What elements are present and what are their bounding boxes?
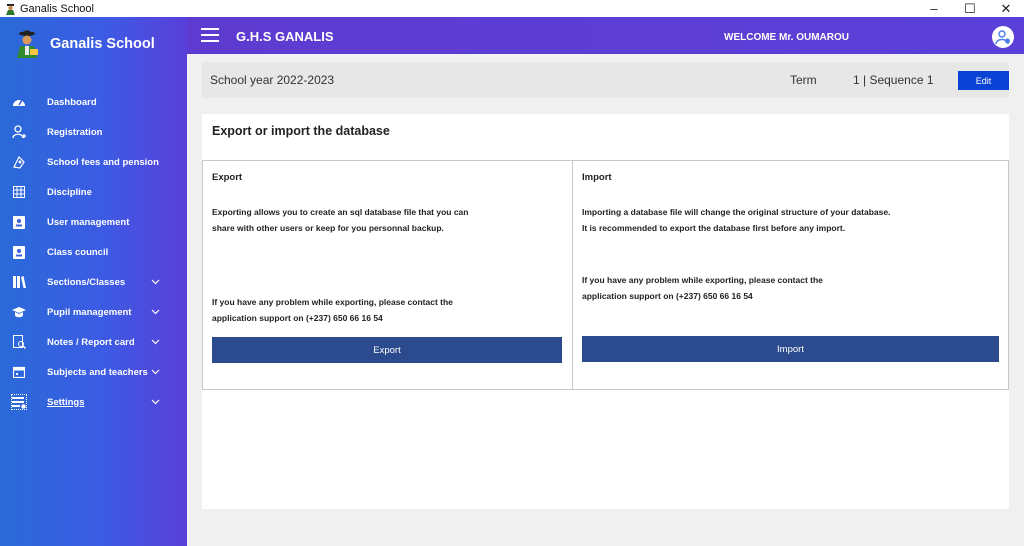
- brand-name: Ganalis School: [50, 36, 155, 52]
- window-title: Ganalis School: [20, 2, 94, 15]
- sidebar-item-sections-classes[interactable]: Sections/Classes: [0, 267, 187, 297]
- export-import-cards: Export Exporting allows you to create an…: [202, 160, 1009, 390]
- sidebar-item-label: Notes / Report card: [47, 336, 135, 348]
- sidebar-item-registration[interactable]: Registration: [0, 117, 187, 147]
- window-titlebar: Ganalis School – ☐ ✕: [0, 0, 1024, 17]
- school-year-bar: School year 2022-2023 Term 1 | Sequence …: [202, 62, 1009, 98]
- top-header: G.H.S GANALIS WELCOME Mr. OUMAROU: [187, 17, 1024, 54]
- chevron-down-icon: [151, 369, 160, 375]
- sidebar-item-label: Pupil management: [47, 306, 132, 318]
- sidebar-item-label: Discipline: [47, 186, 92, 198]
- export-support-line2: application support on (+237) 650 66 16 …: [212, 313, 383, 323]
- chevron-down-icon: [151, 339, 160, 345]
- calendar-grid-icon: [12, 185, 26, 199]
- import-button[interactable]: Import: [582, 336, 999, 362]
- sidebar-item-user-management[interactable]: User management: [0, 207, 187, 237]
- sidebar-item-label: Registration: [47, 126, 103, 138]
- term-sequence-value: 1 | Sequence 1: [853, 73, 934, 87]
- sidebar-item-class-council[interactable]: Class council: [0, 237, 187, 267]
- window-controls: – ☐ ✕: [916, 0, 1024, 17]
- export-description-line2: share with other users or keep for you p…: [212, 223, 444, 233]
- import-description-line2: It is recommended to export the database…: [582, 223, 846, 233]
- sidebar: Ganalis School Dashboard Registration Sc…: [0, 17, 187, 546]
- sidebar-item-label: Settings: [47, 396, 85, 408]
- settings-list-icon: [11, 394, 27, 410]
- sidebar-item-label: Subjects and teachers: [47, 366, 148, 378]
- add-user-icon: [12, 125, 26, 139]
- speedometer-icon: [12, 95, 26, 109]
- graduation-cap-icon: [12, 305, 26, 319]
- chevron-down-icon: [151, 279, 160, 285]
- sidebar-item-settings[interactable]: Settings: [0, 387, 187, 417]
- sidebar-item-label: School fees and pension: [47, 156, 159, 168]
- id-card-icon: [12, 245, 26, 259]
- sidebar-item-subjects-teachers[interactable]: Subjects and teachers: [0, 357, 187, 387]
- sidebar-item-school-fees[interactable]: School fees and pension: [0, 147, 187, 177]
- library-icon: [12, 275, 26, 289]
- hamburger-menu-icon[interactable]: [201, 28, 219, 44]
- school-year-label: School year 2022-2023: [210, 73, 335, 87]
- sidebar-item-pupil-management[interactable]: Pupil management: [0, 297, 187, 327]
- sidebar-item-discipline[interactable]: Discipline: [0, 177, 187, 207]
- graduate-logo-icon: [17, 30, 38, 58]
- export-button[interactable]: Export: [212, 337, 562, 363]
- sidebar-item-label: Dashboard: [47, 96, 97, 108]
- export-card: Export Exporting allows you to create an…: [203, 161, 573, 389]
- import-title: Import: [582, 172, 612, 183]
- sidebar-nav: Dashboard Registration School fees and p…: [0, 87, 187, 417]
- calendar-icon: [12, 365, 26, 379]
- import-card: Import Importing a database file will ch…: [573, 161, 1008, 389]
- sidebar-item-dashboard[interactable]: Dashboard: [0, 87, 187, 117]
- chevron-down-icon: [151, 309, 160, 315]
- term-label: Term: [790, 73, 817, 87]
- user-avatar-icon[interactable]: [992, 26, 1014, 48]
- money-icon: [12, 155, 26, 169]
- report-search-icon: [12, 335, 26, 349]
- import-support-line2: application support on (+237) 650 66 16 …: [582, 291, 753, 301]
- sidebar-item-label: Sections/Classes: [47, 276, 126, 288]
- import-description-line1: Importing a database file will change th…: [582, 207, 891, 217]
- export-support-line1: If you have any problem while exporting,…: [212, 297, 453, 307]
- sidebar-item-notes-report-card[interactable]: Notes / Report card: [0, 327, 187, 357]
- app-graduate-icon: [4, 3, 16, 15]
- sidebar-item-label: Class council: [47, 246, 109, 258]
- sidebar-item-label: User management: [47, 216, 130, 228]
- brand: Ganalis School: [14, 29, 155, 59]
- page-title: Export or import the database: [212, 124, 390, 138]
- close-button[interactable]: ✕: [988, 0, 1024, 17]
- chevron-down-icon: [151, 399, 160, 405]
- school-name: G.H.S GANALIS: [236, 29, 334, 44]
- maximize-button[interactable]: ☐: [952, 0, 988, 17]
- database-panel: Export or import the database Export Exp…: [202, 114, 1009, 509]
- minimize-button[interactable]: –: [916, 0, 952, 17]
- import-support-line1: If you have any problem while exporting,…: [582, 275, 823, 285]
- welcome-text: WELCOME Mr. OUMAROU: [724, 32, 849, 43]
- id-card-icon: [12, 215, 26, 229]
- edit-button[interactable]: Edit: [958, 71, 1009, 90]
- export-description-line1: Exporting allows you to create an sql da…: [212, 207, 469, 217]
- export-title: Export: [212, 172, 243, 183]
